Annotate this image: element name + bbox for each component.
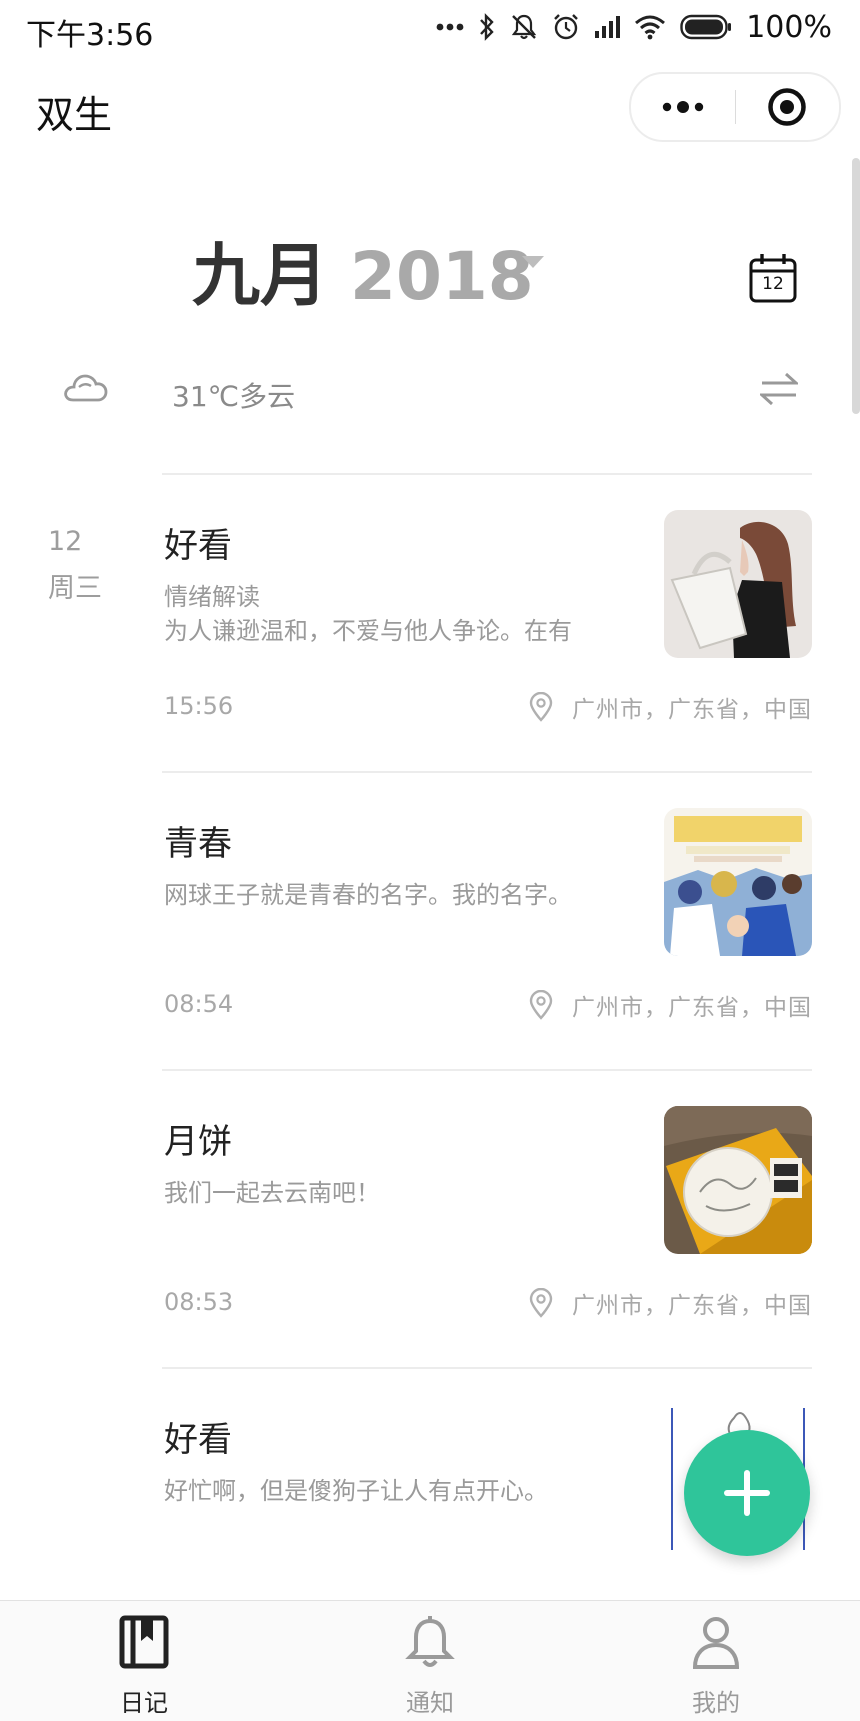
entry-desc-line: 好忙啊，但是傻狗子让人有点开心。	[164, 1477, 548, 1505]
more-button[interactable]	[631, 74, 735, 140]
bluetooth-icon	[480, 13, 494, 41]
tab-profile[interactable]: 我的	[616, 1601, 816, 1721]
wifi-icon	[635, 15, 666, 40]
entry-desc-line: 为人谦逊温和，不爱与他人争论。在有	[164, 617, 572, 645]
mute-icon	[512, 14, 537, 40]
battery-icon	[680, 14, 732, 40]
entry-photo[interactable]	[664, 1106, 812, 1254]
entry-desc-line: 我们一起去云南吧！	[164, 1179, 380, 1207]
entry-title: 月饼	[164, 1122, 232, 1162]
entry-description: 好忙啊，但是傻狗子让人有点开心。	[164, 1474, 624, 1508]
status-time: 下午3:56	[26, 18, 154, 53]
cloud-icon	[62, 371, 108, 407]
entry-time: 15:56	[164, 692, 234, 720]
entry-title: 青春	[164, 824, 232, 864]
divider	[162, 771, 812, 773]
tab-label: 日记	[120, 1689, 168, 1717]
calendar-button[interactable]: 12	[748, 252, 798, 304]
tab-label: 通知	[406, 1689, 454, 1717]
tab-bar: 日记 通知 我的	[0, 1600, 860, 1721]
entry-location-text: 广州市，广东省，中国	[572, 1293, 812, 1319]
alarm-icon	[554, 14, 579, 40]
scrollbar[interactable]	[852, 158, 860, 414]
mini-program-capsule	[629, 72, 841, 142]
status-bar: 下午3:56 100%	[0, 0, 860, 56]
add-entry-button[interactable]	[684, 1430, 810, 1556]
diary-icon	[119, 1615, 169, 1669]
calendar-day: 12	[762, 274, 784, 294]
month-name: 九月	[192, 237, 329, 316]
tab-diary[interactable]: 日记	[44, 1601, 244, 1721]
app-title: 双生	[36, 93, 113, 137]
more-dots-icon	[662, 101, 704, 113]
person-icon	[692, 1617, 740, 1669]
swap-icon[interactable]	[758, 370, 800, 412]
month-selector[interactable]: 九月 2018	[192, 220, 534, 319]
entry-location-text: 广州市，广东省，中国	[572, 995, 812, 1021]
location-pin-icon	[529, 1288, 553, 1318]
entry-photo[interactable]	[664, 510, 812, 658]
entry-description: 网球王子就是青春的名字。我的名字。	[164, 878, 624, 912]
entry-photo[interactable]	[664, 808, 812, 956]
dots-icon	[436, 23, 464, 31]
month-year: 2018	[350, 238, 534, 315]
weather-text: 31℃多云	[172, 380, 296, 413]
entry-desc-line: 网球王子就是青春的名字。我的名字。	[164, 881, 572, 909]
entry-location: 广州市，广东省，中国	[528, 988, 812, 1022]
close-button[interactable]	[735, 74, 839, 140]
signal-icon	[595, 16, 621, 38]
bell-icon	[405, 1616, 455, 1667]
battery-percent: 100%	[746, 9, 832, 45]
status-icons: 100%	[436, 9, 832, 45]
entry-desc-line: 情绪解读	[164, 583, 260, 611]
diary-entry[interactable]: 月饼 我们一起去云南吧！ 08:53 广州市，广东省，中国	[162, 1076, 812, 1372]
entry-description: 情绪解读 为人谦逊温和，不爱与他人争论。在有	[164, 580, 604, 648]
diary-entry[interactable]: 青春 网球王子就是青春的名字。我的名字。 08:54 广州市，广东省，中国	[162, 778, 812, 1074]
location-pin-icon	[529, 692, 553, 722]
caret-down-icon[interactable]	[522, 256, 544, 268]
diary-entry[interactable]: 好看 情绪解读 为人谦逊温和，不爱与他人争论。在有 15:56 广州市，广东省，…	[162, 480, 812, 776]
entry-title: 好看	[164, 526, 232, 566]
entry-location: 广州市，广东省，中国	[528, 1286, 812, 1320]
entry-location-text: 广州市，广东省，中国	[572, 697, 812, 723]
divider	[162, 473, 812, 475]
entry-location: 广州市，广东省，中国	[528, 690, 812, 724]
date-weekday: 周三	[48, 573, 102, 604]
date-day: 12	[48, 526, 83, 557]
entry-description: 我们一起去云南吧！	[164, 1176, 604, 1210]
target-icon	[768, 88, 806, 126]
entry-title: 好看	[164, 1420, 232, 1460]
tab-notifications[interactable]: 通知	[330, 1601, 530, 1721]
entry-time: 08:54	[164, 990, 234, 1018]
divider	[162, 1069, 812, 1071]
entry-time: 08:53	[164, 1288, 234, 1316]
location-pin-icon	[529, 990, 553, 1020]
divider	[162, 1367, 812, 1369]
tab-label: 我的	[692, 1689, 740, 1717]
